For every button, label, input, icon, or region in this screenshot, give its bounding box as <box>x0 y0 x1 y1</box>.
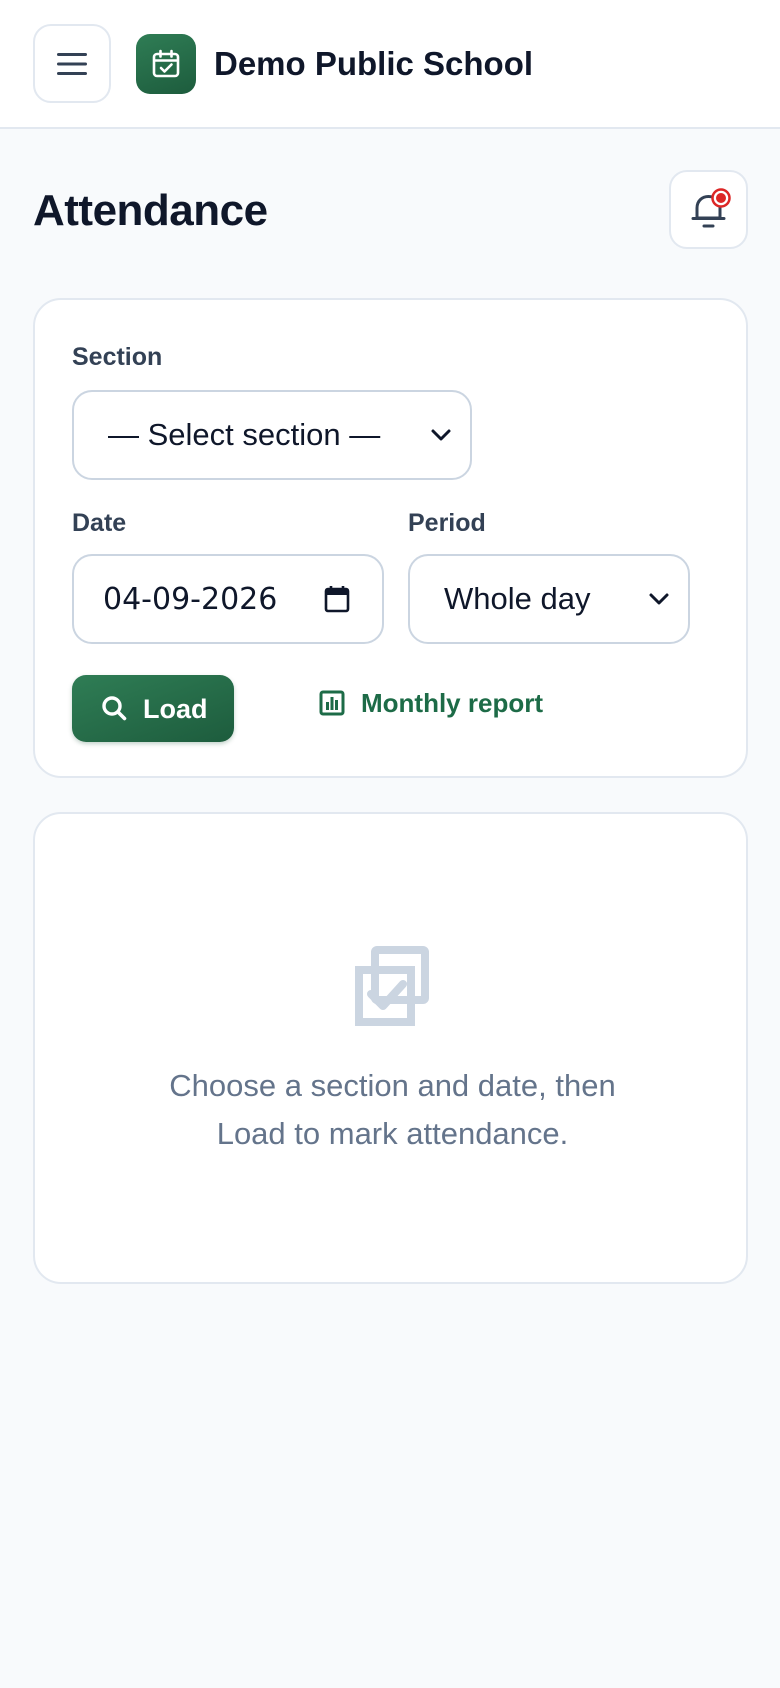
period-select[interactable]: Whole day <box>408 554 690 644</box>
school-logo <box>136 34 196 94</box>
date-input-value: 04-09-2026 <box>103 581 278 617</box>
empty-state-card: Choose a section and date, then Load to … <box>33 812 748 1284</box>
school-name: Demo Public School <box>214 45 534 82</box>
menu-button[interactable] <box>33 24 111 103</box>
calendar-check-icon <box>152 49 180 78</box>
calendar-icon[interactable] <box>324 585 350 613</box>
empty-state-line-1: Choose a section and date, then <box>169 1068 616 1103</box>
chevron-down-icon <box>431 429 451 441</box>
copy-check-icon <box>355 946 429 1026</box>
period-label: Period <box>408 509 486 537</box>
monthly-report-label: Monthly report <box>361 688 543 718</box>
section-label: Section <box>72 343 163 371</box>
hamburger-menu-icon <box>57 52 87 75</box>
date-input[interactable]: 04-09-2026 <box>72 554 384 644</box>
load-button-label: Load <box>143 694 208 724</box>
search-icon <box>102 696 127 721</box>
empty-state-line-2: Load to mark attendance. <box>216 1116 569 1151</box>
top-bar: Demo Public School <box>0 0 780 129</box>
bar-chart-icon <box>319 690 345 716</box>
period-select-value: Whole day <box>444 581 591 616</box>
date-label: Date <box>72 509 127 537</box>
page-title: Attendance <box>33 186 268 235</box>
bell-icon <box>691 187 731 227</box>
load-button[interactable]: Load <box>72 675 234 742</box>
filter-card: Section — Select section — Date 04-09-20… <box>33 298 748 778</box>
notifications-button[interactable] <box>669 170 748 249</box>
section-select-value: — Select section — <box>108 417 381 452</box>
empty-state-message: Choose a section and date, then Load to … <box>95 1062 690 1158</box>
chevron-down-icon <box>649 593 669 605</box>
section-select[interactable]: — Select section — <box>72 390 472 480</box>
